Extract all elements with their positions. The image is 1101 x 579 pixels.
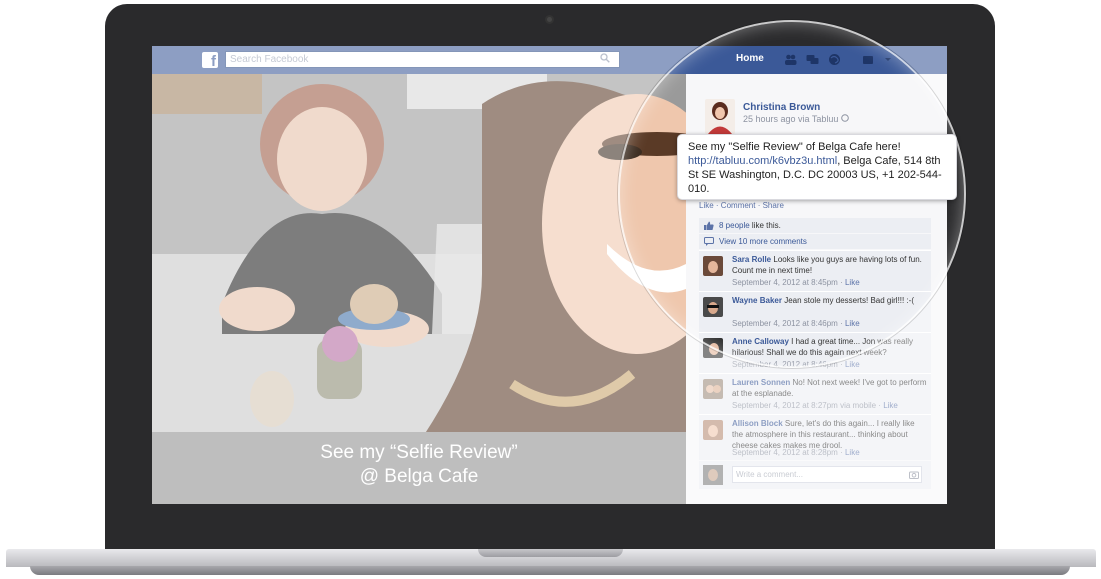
comment-time: September 4, 2012 at 8:45pm ·	[732, 278, 845, 287]
chevron-down-icon[interactable]	[884, 53, 892, 66]
author-avatar[interactable]	[705, 99, 735, 134]
separator: ·	[713, 201, 721, 210]
post-text: See my "Selfie Review" of Belga Cafe her…	[688, 140, 946, 196]
comment-like-link[interactable]: Like	[845, 278, 860, 287]
share-link[interactable]: Share	[763, 201, 784, 210]
facebook-logo-icon[interactable]: f	[202, 52, 218, 70]
comment-body: Wayne Baker Jean stole my desserts! Bad …	[732, 295, 927, 306]
comment-time: September 4, 2012 at 8:46pm ·	[732, 360, 845, 369]
commenter-avatar[interactable]	[703, 379, 723, 399]
notifications-globe-icon[interactable]	[828, 53, 841, 66]
comment-meta: September 4, 2012 at 8:27pm via mobile ·…	[732, 401, 898, 410]
nav-home-link[interactable]: Home	[736, 53, 764, 64]
comment-body: Lauren Sonnen No! Not next week! I've go…	[732, 377, 927, 399]
laptop-camera	[545, 15, 554, 24]
photo-caption-line2: @ Belga Cafe	[359, 466, 479, 487]
camera-icon[interactable]	[909, 470, 919, 479]
comment-meta: September 4, 2012 at 8:28pm · Like	[732, 448, 860, 457]
post-actions: Like · Comment · Share	[699, 201, 784, 210]
commenter-name[interactable]: Wayne Baker	[732, 296, 782, 305]
likes-summary: 8 people like this.	[699, 218, 931, 233]
laptop-base-edge	[30, 566, 1070, 575]
comment-item: Wayne Baker Jean stole my desserts! Bad …	[699, 291, 931, 332]
laptop-notch	[478, 549, 623, 557]
globe-icon	[841, 114, 849, 122]
comment-time: September 4, 2012 at 8:28pm ·	[732, 448, 845, 457]
facebook-top-bar: f Home	[152, 46, 947, 74]
post-author-name[interactable]: Christina Brown	[743, 102, 820, 113]
post-text-callout: See my "Selfie Review" of Belga Cafe her…	[677, 134, 957, 200]
commenter-avatar[interactable]	[703, 338, 723, 358]
comment-body: Anne Calloway I had a great time... Jon …	[732, 336, 927, 358]
photo-caption-line1: See my “Selfie Review”	[320, 442, 518, 463]
likes-suffix: like this.	[749, 221, 781, 230]
comment-like-link[interactable]: Like	[883, 401, 898, 410]
comment-bubble-icon	[704, 237, 714, 246]
commenter-name[interactable]: Lauren Sonnen	[732, 378, 790, 387]
post-timestamp: 25 hours ago via Tabluu	[743, 114, 839, 124]
post-link[interactable]: http://tabluu.com/k6vbz3u.html	[688, 155, 837, 167]
separator: ·	[755, 201, 763, 210]
view-more-comments-label[interactable]: View 10 more comments	[719, 237, 807, 246]
comment-like-link[interactable]: Like	[845, 360, 860, 369]
search-input[interactable]	[225, 51, 620, 68]
privacy-shortcuts-icon[interactable]	[862, 53, 874, 66]
commenter-avatar[interactable]	[703, 420, 723, 440]
commenter-avatar[interactable]	[703, 256, 723, 276]
friend-requests-icon[interactable]	[784, 53, 797, 66]
view-more-comments[interactable]: View 10 more comments	[699, 234, 931, 249]
comment-like-link[interactable]: Like	[845, 319, 860, 328]
comment-item: Allison Block Sure, let's do this again.…	[699, 414, 931, 460]
comment-item: Anne Calloway I had a great time... Jon …	[699, 332, 931, 373]
comment-item: Sara Rolle Looks like you guys are havin…	[699, 250, 931, 291]
like-link[interactable]: Like	[699, 201, 714, 210]
comment-link[interactable]: Comment	[721, 201, 756, 210]
comment-text: Jean stole my desserts! Bad girl!!! :-(	[784, 296, 915, 305]
comment-like-link[interactable]: Like	[845, 448, 860, 457]
commenter-name[interactable]: Allison Block	[732, 419, 783, 428]
comment-time: September 4, 2012 at 8:27pm via mobile ·	[732, 401, 884, 410]
comment-item: Lauren Sonnen No! Not next week! I've go…	[699, 373, 931, 414]
commenter-avatar[interactable]	[703, 297, 723, 317]
laptop-screen: f Home	[152, 46, 947, 504]
post-photo[interactable]: See my “Selfie Review” @ Belga Cafe	[152, 74, 686, 504]
current-user-avatar	[703, 465, 723, 485]
likes-count-link[interactable]: 8 people	[719, 221, 750, 230]
write-comment-input[interactable]	[732, 466, 922, 483]
comment-meta: September 4, 2012 at 8:46pm · Like	[732, 360, 860, 369]
comment-meta: September 4, 2012 at 8:46pm · Like	[732, 319, 860, 328]
comment-body: Allison Block Sure, let's do this again.…	[732, 418, 927, 451]
post-meta: 25 hours ago via Tabluu	[743, 114, 849, 124]
comment-body: Sara Rolle Looks like you guys are havin…	[732, 254, 927, 276]
search-icon[interactable]	[600, 53, 610, 63]
thumbs-up-icon	[704, 221, 714, 230]
comment-time: September 4, 2012 at 8:46pm ·	[732, 319, 845, 328]
comment-composer	[699, 461, 931, 489]
commenter-name[interactable]: Sara Rolle	[732, 255, 771, 264]
messages-icon[interactable]	[806, 53, 819, 66]
comment-meta: September 4, 2012 at 8:45pm · Like	[732, 278, 860, 287]
post-text-intro: See my "Selfie Review" of Belga Cafe her…	[688, 141, 901, 153]
commenter-name[interactable]: Anne Calloway	[732, 337, 789, 346]
